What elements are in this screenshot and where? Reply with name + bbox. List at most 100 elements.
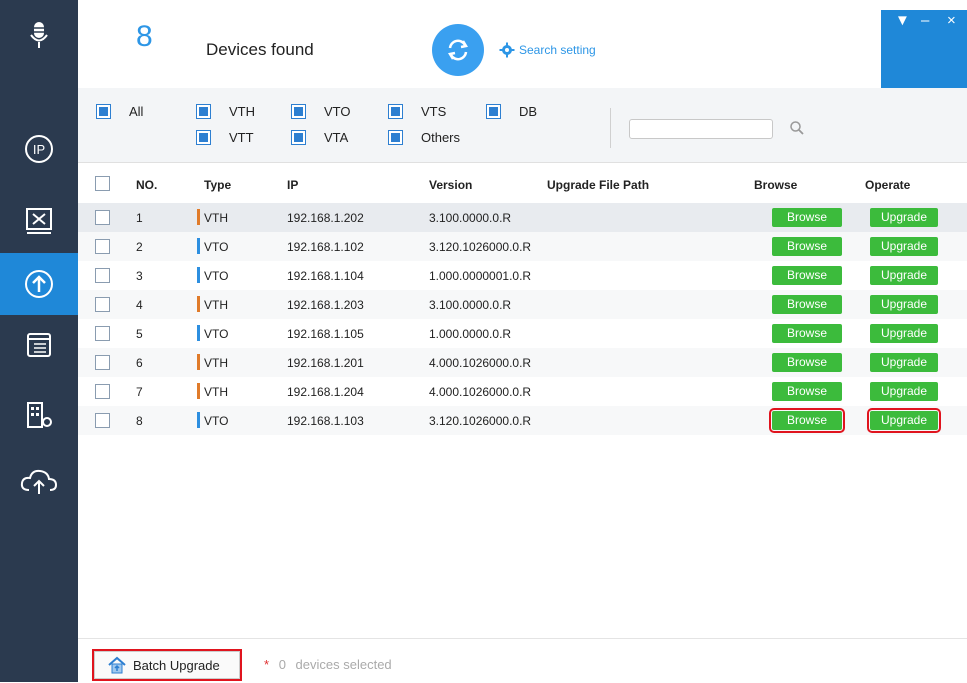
browse-button[interactable]: Browse: [772, 208, 842, 227]
browse-button[interactable]: Browse: [772, 382, 842, 401]
column-header-ip: IP: [287, 178, 299, 192]
table-row[interactable]: 2 VTO 192.168.1.102 3.120.1026000.0.R Browse…: [78, 232, 967, 261]
row-checkbox[interactable]: [95, 326, 110, 341]
cell-version: 3.100.0000.0.R: [429, 211, 512, 225]
refresh-button[interactable]: [432, 24, 484, 76]
cell-ip: 192.168.1.201: [287, 356, 364, 370]
refresh-icon: [448, 39, 468, 61]
filter-vts[interactable]: VTS: [388, 104, 446, 119]
column-header-type: Type: [204, 178, 232, 192]
microphone-icon[interactable]: [0, 4, 78, 66]
search-input[interactable]: [629, 119, 773, 139]
row-checkbox[interactable]: [95, 413, 110, 428]
browse-button[interactable]: Browse: [772, 353, 842, 372]
filter-all[interactable]: All: [96, 104, 143, 119]
selected-count: 0: [278, 657, 286, 672]
search-setting-label: Search setting: [519, 43, 596, 57]
filter-label: VTO: [324, 104, 351, 119]
ip-config-icon[interactable]: IP: [0, 118, 78, 180]
search-setting-button[interactable]: Search setting: [499, 42, 596, 58]
upgrade-button[interactable]: Upgrade: [870, 237, 938, 256]
upgrade-button[interactable]: Upgrade: [870, 266, 938, 285]
cell-no: 4: [136, 298, 143, 312]
browse-button[interactable]: Browse: [772, 266, 842, 285]
row-checkbox[interactable]: [95, 384, 110, 399]
table-header: NO. Type IP Version Upgrade File Path Br…: [78, 165, 967, 203]
cell-version: 1.000.0000001.0.R: [429, 269, 532, 283]
cell-no: 8: [136, 414, 143, 428]
system-settings-icon[interactable]: [0, 190, 78, 252]
table-row[interactable]: 6 VTH 192.168.1.201 4.000.1026000.0.R Browse…: [78, 348, 967, 377]
checkbox[interactable]: [486, 104, 501, 119]
upgrade-button[interactable]: Upgrade: [870, 382, 938, 401]
row-checkbox[interactable]: [95, 239, 110, 254]
table-row[interactable]: 1 VTH 192.168.1.202 3.100.0000.0.R Browse Upg…: [78, 203, 967, 232]
checkbox[interactable]: [96, 104, 111, 119]
cell-type: VTH: [204, 298, 228, 312]
cell-type: VTH: [204, 385, 228, 399]
row-checkbox[interactable]: [95, 297, 110, 312]
house-upgrade-icon: [108, 656, 126, 674]
document-icon[interactable]: [0, 314, 78, 376]
cell-ip: 192.168.1.102: [287, 240, 364, 254]
upgrade-button[interactable]: Upgrade: [870, 353, 938, 372]
filter-label: VTH: [229, 104, 255, 119]
checkbox[interactable]: [388, 104, 403, 119]
checkbox[interactable]: [291, 130, 306, 145]
table-row[interactable]: 5 VTO 192.168.1.105 1.000.0000.0.R Browse Upg…: [78, 319, 967, 348]
filter-vto[interactable]: VTO: [291, 104, 351, 119]
upgrade-button[interactable]: Upgrade: [870, 324, 938, 343]
cell-no: 2: [136, 240, 143, 254]
filter-db[interactable]: DB: [486, 104, 537, 119]
checkbox[interactable]: [388, 130, 403, 145]
checkbox[interactable]: [196, 104, 211, 119]
filter-others[interactable]: Others: [388, 130, 460, 145]
checkbox[interactable]: [196, 130, 211, 145]
select-all-checkbox[interactable]: [95, 176, 110, 191]
filter-vta[interactable]: VTA: [291, 130, 348, 145]
cell-type: VTO: [204, 327, 229, 341]
upgrade-icon[interactable]: [0, 253, 78, 315]
cloud-upload-icon[interactable]: [0, 450, 78, 512]
gear-icon: [499, 42, 515, 58]
search-icon[interactable]: [789, 120, 805, 136]
row-checkbox[interactable]: [95, 355, 110, 370]
building-settings-icon[interactable]: [0, 384, 78, 446]
cell-type: VTH: [204, 211, 228, 225]
type-color-bar: [197, 412, 200, 428]
batch-upgrade-button[interactable]: Batch Upgrade: [92, 649, 242, 681]
table-row[interactable]: 8 VTO 192.168.1.103 3.120.1026000.0.R Browse…: [78, 406, 967, 435]
table-row[interactable]: 3 VTO 192.168.1.104 1.000.0000001.0.R Browse…: [78, 261, 967, 290]
cell-type: VTO: [204, 269, 229, 283]
filter-label: VTA: [324, 130, 349, 145]
table-row[interactable]: 4 VTH 192.168.1.203 3.100.0000.0.R Browse Upg…: [78, 290, 967, 319]
filter-vth[interactable]: VTH: [196, 104, 255, 119]
main-panel: 8 Devices found Search setting ▼ – × All…: [78, 0, 967, 683]
row-checkbox[interactable]: [95, 268, 110, 283]
cell-ip: 192.168.1.104: [287, 269, 364, 283]
svg-text:IP: IP: [33, 142, 45, 157]
cell-no: 1: [136, 211, 143, 225]
dropdown-icon[interactable]: ▼: [895, 12, 910, 29]
cell-no: 7: [136, 385, 143, 399]
close-icon[interactable]: ×: [947, 12, 956, 29]
upgrade-button[interactable]: Upgrade: [870, 208, 938, 227]
device-count: 8: [136, 20, 153, 53]
cell-no: 5: [136, 327, 143, 341]
filter-label: VTS: [421, 104, 447, 119]
checkbox[interactable]: [291, 104, 306, 119]
browse-button[interactable]: Browse: [772, 295, 842, 314]
browse-button[interactable]: Browse: [772, 237, 842, 256]
minimize-icon[interactable]: –: [921, 12, 929, 29]
column-header-browse: Browse: [754, 178, 798, 192]
type-color-bar: [197, 238, 200, 254]
filter-vtt[interactable]: VTT: [196, 130, 254, 145]
browse-button[interactable]: Browse: [772, 324, 842, 343]
table-row[interactable]: 7 VTH 192.168.1.204 4.000.1026000.0.R Browse…: [78, 377, 967, 406]
upgrade-button[interactable]: Upgrade: [870, 295, 938, 314]
row-checkbox[interactable]: [95, 210, 110, 225]
column-header-operate: Operate: [865, 178, 911, 192]
browse-button[interactable]: Browse: [769, 408, 845, 433]
upgrade-button[interactable]: Upgrade: [867, 408, 941, 433]
type-filters: All VTH VTO VTS DB VTT VTA Others: [78, 88, 967, 163]
